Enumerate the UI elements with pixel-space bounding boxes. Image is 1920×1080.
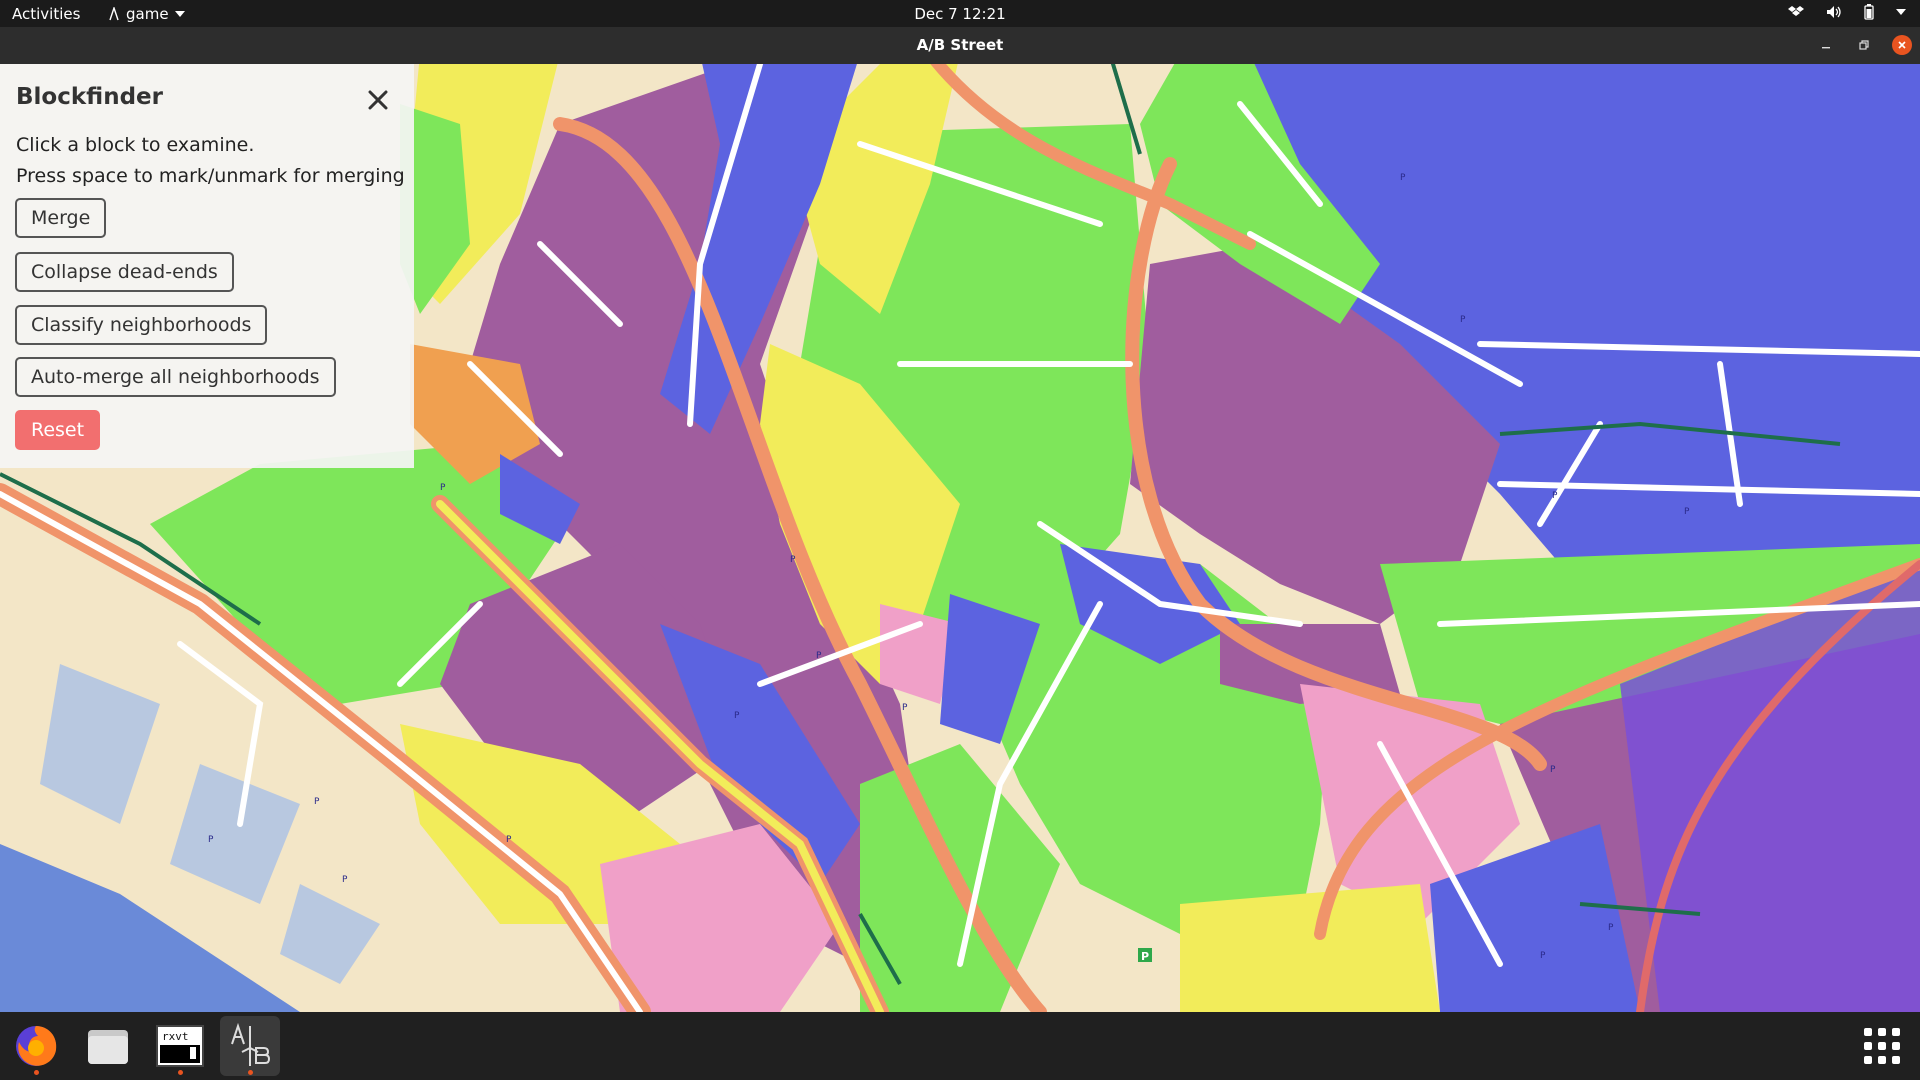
- chevron-down-icon: [174, 11, 185, 17]
- svg-text:P: P: [1400, 173, 1406, 183]
- dock: rxvt: [0, 1012, 1920, 1080]
- parking-letter: P: [1141, 950, 1149, 963]
- system-top-bar: Activities game Dec 7 12:21: [0, 0, 1920, 27]
- blockfinder-panel: Blockfinder Click a block to examine. Pr…: [0, 64, 414, 468]
- close-icon: [368, 90, 388, 110]
- svg-text:P: P: [790, 555, 796, 565]
- instruction-examine: Click a block to examine.: [16, 134, 255, 156]
- system-tray[interactable]: [1788, 4, 1906, 20]
- abstreet-icon: [231, 1022, 271, 1066]
- svg-text:P: P: [734, 711, 740, 721]
- window-title: A/B Street: [916, 36, 1004, 54]
- volume-icon[interactable]: [1826, 5, 1842, 19]
- running-indicator: [178, 1070, 183, 1075]
- svg-text:P: P: [816, 651, 822, 661]
- svg-text:P: P: [1684, 507, 1690, 517]
- minimize-icon: [1822, 47, 1830, 49]
- close-window-button[interactable]: [1892, 35, 1912, 55]
- activities-button[interactable]: Activities: [12, 5, 80, 23]
- svg-text:P: P: [1552, 491, 1558, 501]
- dock-item-files[interactable]: [78, 1016, 138, 1076]
- svg-text:P: P: [902, 703, 908, 713]
- reset-button[interactable]: Reset: [15, 410, 101, 450]
- restore-window-button[interactable]: [1854, 35, 1874, 55]
- dropbox-icon[interactable]: [1788, 5, 1804, 19]
- svg-text:P: P: [314, 797, 320, 807]
- svg-text:P: P: [208, 835, 214, 845]
- svg-text:P: P: [342, 875, 348, 885]
- close-panel-button[interactable]: [358, 80, 398, 120]
- merge-button[interactable]: Merge: [15, 198, 107, 238]
- instruction-merge: Press space to mark/unmark for merging: [16, 165, 405, 187]
- show-apps-grid-icon[interactable]: [1864, 1028, 1900, 1064]
- app-menu[interactable]: game: [108, 5, 185, 23]
- app-icon: [109, 7, 119, 21]
- running-indicator: [248, 1070, 253, 1075]
- svg-text:P: P: [1550, 765, 1556, 775]
- running-indicator: [34, 1070, 39, 1075]
- neighborhood-block[interactable]: [1180, 884, 1440, 1012]
- app-menu-label: game: [126, 5, 169, 23]
- restore-icon: [1859, 40, 1869, 50]
- system-menu-chevron-icon[interactable]: [1896, 9, 1906, 15]
- dock-item-firefox[interactable]: [6, 1016, 66, 1076]
- window-title-bar: A/B Street: [0, 27, 1920, 64]
- close-icon: [1898, 41, 1906, 49]
- svg-text:P: P: [1608, 923, 1614, 933]
- terminal-label: rxvt: [162, 1030, 189, 1043]
- minimize-window-button[interactable]: [1816, 35, 1836, 55]
- battery-icon[interactable]: [1864, 4, 1874, 20]
- files-icon: [88, 1030, 128, 1064]
- collapse-dead-ends-button[interactable]: Collapse dead-ends: [15, 252, 234, 292]
- auto-merge-button[interactable]: Auto-merge all neighborhoods: [15, 357, 336, 397]
- classify-neighborhoods-button[interactable]: Classify neighborhoods: [15, 305, 268, 345]
- dock-item-terminal[interactable]: rxvt: [150, 1016, 210, 1076]
- svg-text:P: P: [1460, 315, 1466, 325]
- svg-text:P: P: [506, 835, 512, 845]
- firefox-icon: [16, 1026, 57, 1066]
- svg-text:P: P: [1540, 951, 1546, 961]
- svg-text:P: P: [440, 483, 446, 493]
- panel-title: Blockfinder: [16, 84, 163, 110]
- dock-item-abstreet[interactable]: [220, 1016, 280, 1076]
- clock[interactable]: Dec 7 12:21: [914, 5, 1005, 23]
